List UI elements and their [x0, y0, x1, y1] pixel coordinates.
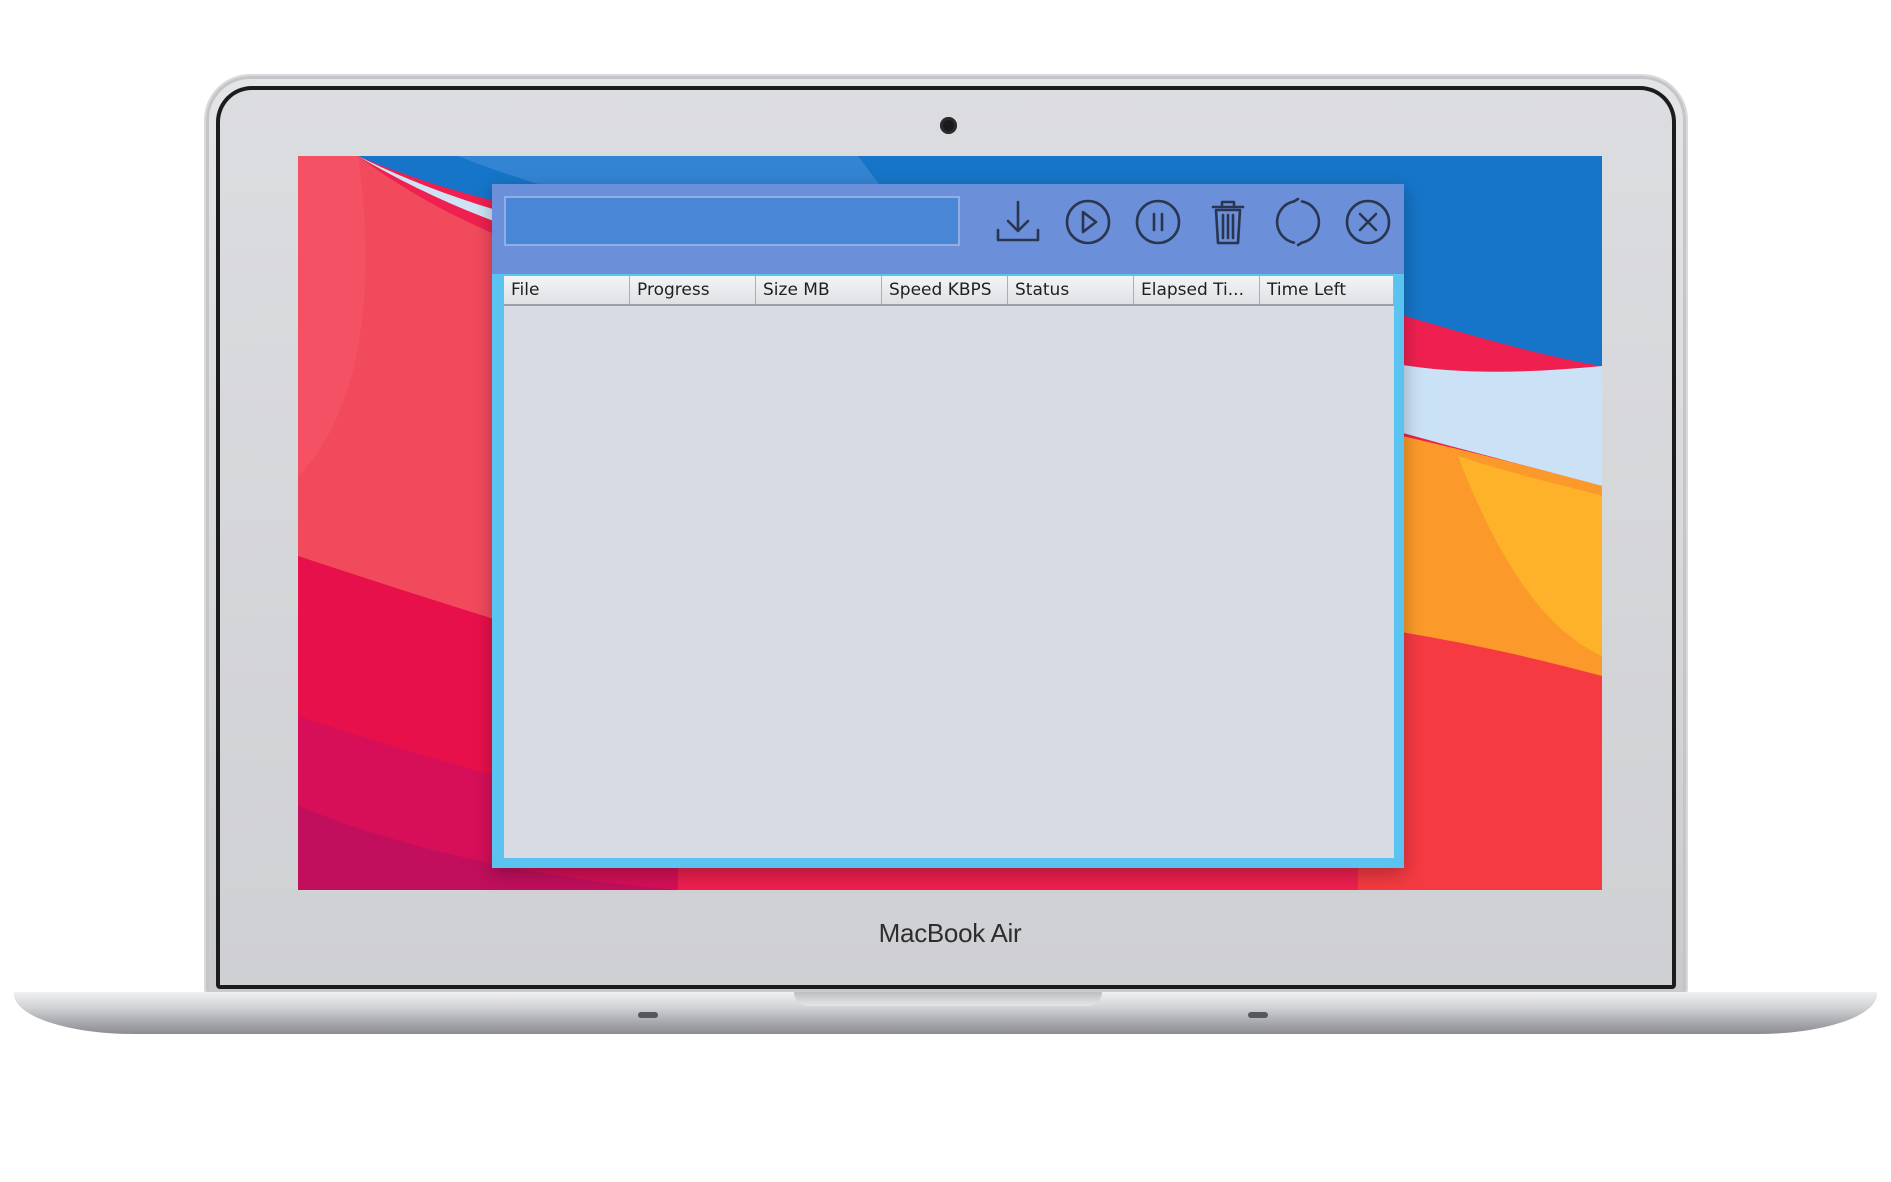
downloads-table: File Progress Size MB Speed KBPS Status …	[504, 276, 1394, 858]
camera-icon	[940, 117, 957, 134]
close-icon	[1345, 199, 1391, 245]
resume-button[interactable]	[1062, 196, 1114, 248]
trash-icon	[1211, 200, 1245, 245]
column-header-speed[interactable]: Speed KBPS	[882, 276, 1008, 304]
column-header-status[interactable]: Status	[1008, 276, 1134, 304]
column-header-progress[interactable]: Progress	[630, 276, 756, 304]
url-input[interactable]	[504, 196, 960, 246]
restart-button[interactable]	[1272, 196, 1324, 248]
refresh-icon	[1275, 197, 1321, 247]
column-header-elapsed-time[interactable]: Elapsed Ti...	[1134, 276, 1260, 304]
download-manager-window: File Progress Size MB Speed KBPS Status …	[492, 184, 1404, 868]
table-body[interactable]	[504, 306, 1394, 858]
column-header-size[interactable]: Size MB	[756, 276, 882, 304]
pause-button[interactable]	[1132, 196, 1184, 248]
laptop-foot	[638, 1012, 658, 1018]
laptop-foot	[1248, 1012, 1268, 1018]
column-header-file[interactable]: File	[504, 276, 630, 304]
download-button[interactable]	[992, 196, 1044, 248]
play-icon	[1065, 199, 1111, 245]
laptop-brand-label: MacBook Air	[878, 918, 1022, 948]
delete-button[interactable]	[1202, 196, 1254, 248]
pause-icon	[1135, 199, 1181, 245]
laptop-hinge-notch	[794, 992, 1102, 1006]
table-header: File Progress Size MB Speed KBPS Status …	[504, 276, 1394, 306]
cancel-button[interactable]	[1342, 196, 1394, 248]
download-icon	[996, 200, 1040, 242]
column-header-time-left[interactable]: Time Left	[1260, 276, 1394, 304]
toolbar	[492, 184, 1404, 274]
